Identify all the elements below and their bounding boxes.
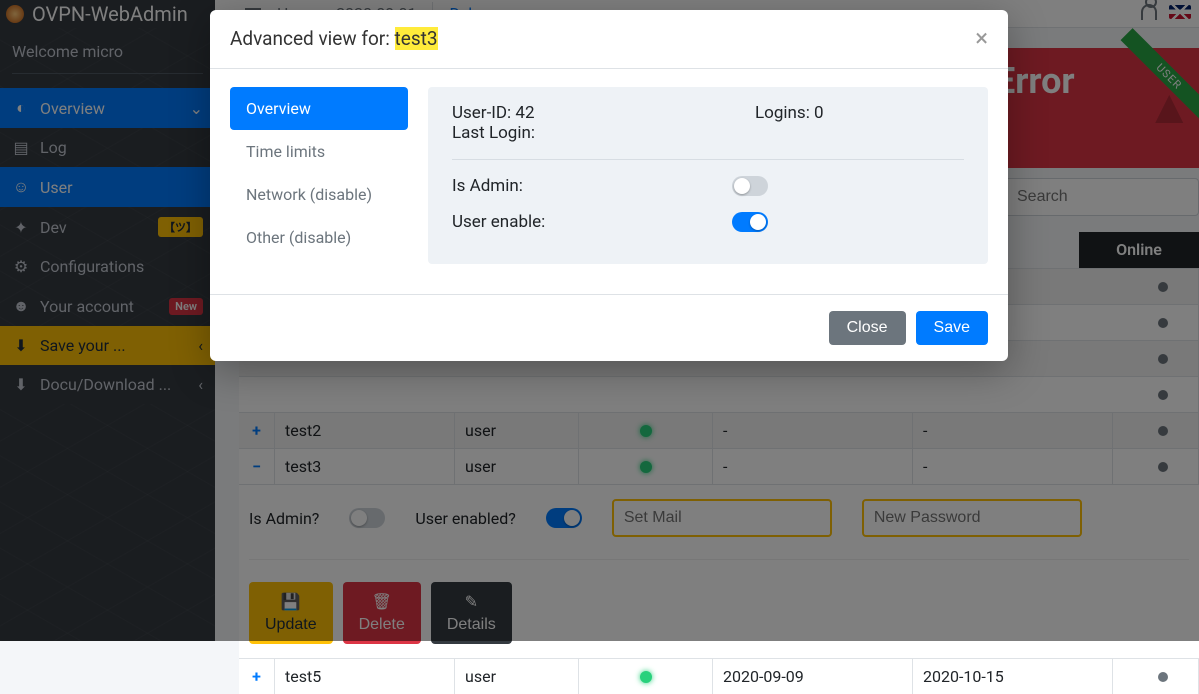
modal-title: Advanced view for: test3 <box>230 27 438 50</box>
user-enable-toggle[interactable] <box>732 212 768 232</box>
modal-tabs: Overview Time limits Network (disable) O… <box>230 87 408 264</box>
cell-date1: 2020-09-09 <box>713 659 913 694</box>
modal-footer: Close Save <box>210 294 1008 361</box>
modal-header: Advanced view for: test3 × <box>210 10 1008 69</box>
green-dot-icon <box>640 671 652 683</box>
user-id-text: User-ID: 42 <box>452 103 535 123</box>
is-admin-toggle[interactable] <box>732 176 768 196</box>
close-button[interactable]: Close <box>829 311 906 345</box>
last-login-text: Last Login: <box>452 123 535 143</box>
cell-group: user <box>455 659 579 694</box>
tab-overview[interactable]: Overview <box>230 87 408 130</box>
modal-title-prefix: Advanced view for: <box>230 27 395 50</box>
table-row-test5: + test5 user 2020-09-09 2020-10-15 <box>239 658 1199 694</box>
cell-enabled <box>579 659 713 694</box>
modal-content: User-ID: 42 Last Login: Logins: 0 Is Adm… <box>428 87 988 264</box>
user-enable-label: User enable: <box>452 212 732 232</box>
tab-network[interactable]: Network (disable) <box>230 173 408 216</box>
cell-username: test5 <box>275 659 455 694</box>
logins-text: Logins: 0 <box>755 103 824 143</box>
modal-body: Overview Time limits Network (disable) O… <box>210 69 1008 294</box>
expand-toggle[interactable]: + <box>239 659 275 694</box>
advanced-view-modal: Advanced view for: test3 × Overview Time… <box>210 10 1008 361</box>
cell-date2: 2020-10-15 <box>913 659 1113 694</box>
tab-other[interactable]: Other (disable) <box>230 216 408 259</box>
status-dot-icon <box>1158 672 1168 682</box>
tab-time-limits[interactable]: Time limits <box>230 130 408 173</box>
divider <box>452 159 964 160</box>
cell-online <box>1113 659 1199 694</box>
close-icon[interactable]: × <box>975 26 988 50</box>
is-admin-label: Is Admin: <box>452 176 732 196</box>
modal-title-user: test3 <box>395 27 438 50</box>
save-button[interactable]: Save <box>916 311 988 345</box>
